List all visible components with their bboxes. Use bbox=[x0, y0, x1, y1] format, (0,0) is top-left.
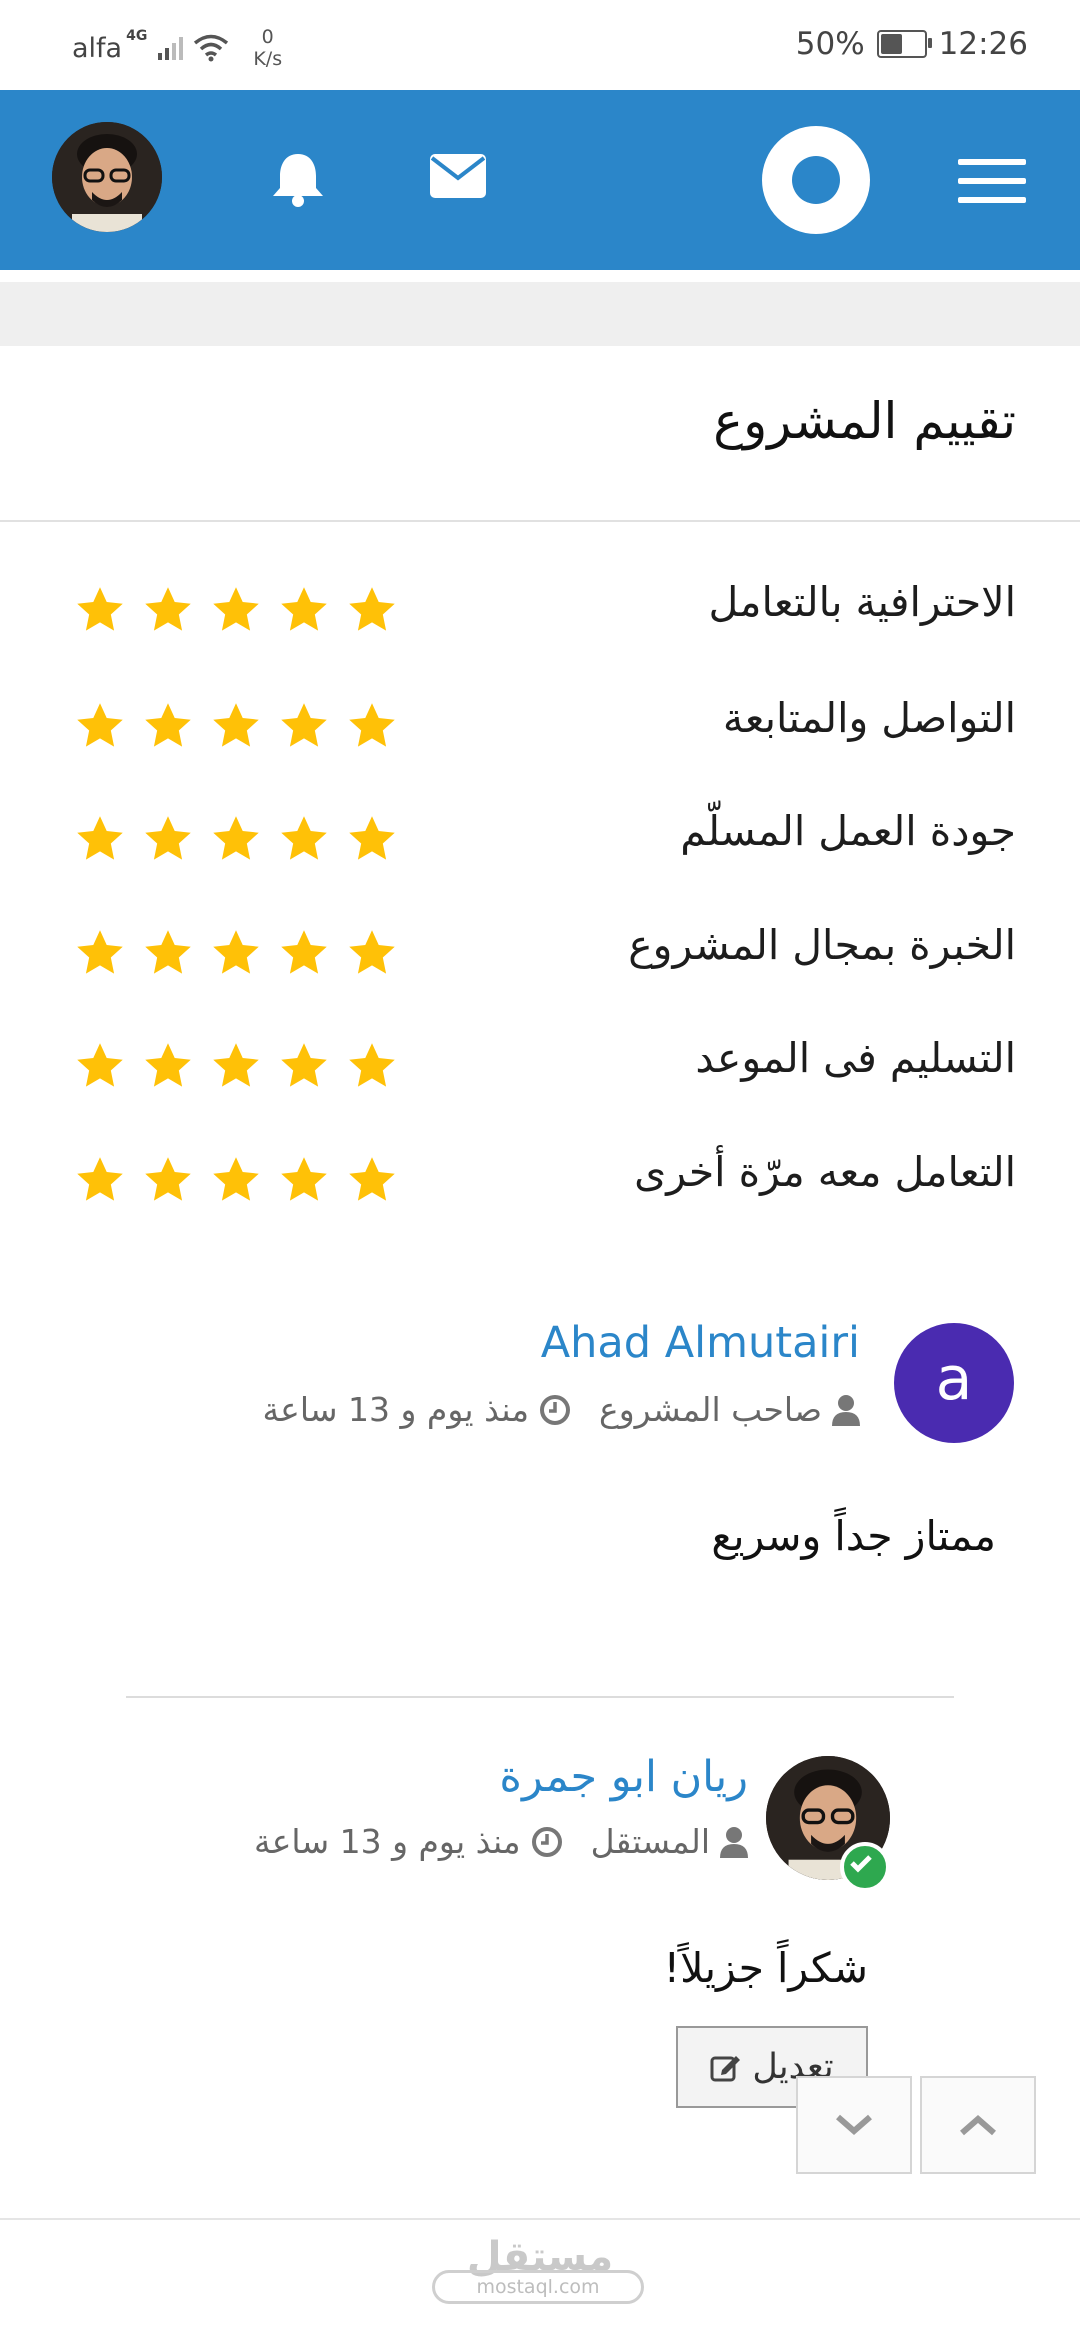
status-left: alfa 4G 0 K/s bbox=[72, 26, 282, 70]
star-icon bbox=[77, 816, 123, 860]
network-speed-unit: K/s bbox=[253, 48, 283, 70]
star-icon bbox=[77, 1043, 123, 1087]
rating-row: التواصل والمتابعة bbox=[0, 690, 1080, 770]
star-icon bbox=[213, 1157, 259, 1201]
star-icon bbox=[281, 816, 327, 860]
chevron-up-icon bbox=[960, 2115, 996, 2136]
network-type: 4G bbox=[126, 28, 148, 44]
star-rating bbox=[74, 1040, 398, 1092]
comment-time: منذ يوم و 13 ساعة bbox=[262, 1390, 530, 1429]
star-icon bbox=[77, 1157, 123, 1201]
star-icon bbox=[349, 587, 395, 631]
rating-label: جودة العمل المسلّم bbox=[680, 807, 1016, 855]
star-icon bbox=[77, 703, 123, 747]
comment-text: شكراً جزيلاً! bbox=[663, 1944, 868, 1992]
rating-row: التسليم فى الموعد bbox=[0, 1030, 1080, 1110]
carrier-name: alfa bbox=[72, 32, 123, 64]
star-icon bbox=[213, 930, 259, 974]
spacer-band bbox=[0, 282, 1080, 346]
rating-label: التواصل والمتابعة bbox=[722, 694, 1016, 742]
user-icon bbox=[720, 1826, 748, 1858]
star-rating bbox=[74, 700, 398, 752]
scroll-down-button[interactable] bbox=[796, 2076, 912, 2174]
scroll-up-button[interactable] bbox=[920, 2076, 1036, 2174]
star-icon bbox=[145, 1043, 191, 1087]
star-icon bbox=[281, 587, 327, 631]
star-icon bbox=[213, 703, 259, 747]
rating-label: التعامل معه مرّة أخرى bbox=[634, 1148, 1016, 1196]
footer-logo-domain: mostaql.com bbox=[432, 2270, 644, 2304]
rating-label: الخبرة بمجال المشروع bbox=[628, 921, 1016, 969]
star-icon bbox=[349, 703, 395, 747]
star-rating bbox=[74, 813, 398, 865]
star-icon bbox=[349, 1157, 395, 1201]
star-rating bbox=[74, 927, 398, 979]
rating-row: الخبرة بمجال المشروع bbox=[0, 917, 1080, 997]
battery-icon bbox=[876, 30, 932, 58]
battery-percent: 50% bbox=[795, 26, 865, 62]
rating-label: الاحترافية بالتعامل bbox=[708, 578, 1016, 626]
divider bbox=[0, 2218, 1080, 2220]
divider bbox=[0, 520, 1080, 522]
battery-level bbox=[880, 34, 902, 54]
rating-row: الاحترافية بالتعامل bbox=[0, 574, 1080, 654]
status-bar: alfa 4G 0 K/s 50% 12:26 bbox=[0, 0, 1080, 90]
bell-icon[interactable] bbox=[270, 150, 326, 208]
star-icon bbox=[145, 1157, 191, 1201]
star-icon bbox=[145, 703, 191, 747]
star-icon bbox=[145, 587, 191, 631]
user-icon bbox=[832, 1394, 860, 1426]
comment-meta: صاحب المشروع منذ يوم و 13 ساعة bbox=[262, 1390, 860, 1429]
star-icon bbox=[349, 930, 395, 974]
rating-label: التسليم فى الموعد bbox=[695, 1034, 1016, 1082]
clock: 12:26 bbox=[938, 26, 1028, 62]
star-icon bbox=[213, 587, 259, 631]
comment-text: ممتاز جداً وسريع bbox=[711, 1512, 996, 1560]
rating-row: التعامل معه مرّة أخرى bbox=[0, 1144, 1080, 1224]
star-icon bbox=[145, 930, 191, 974]
comment-role: صاحب المشروع bbox=[599, 1390, 822, 1429]
clock-icon bbox=[540, 1394, 571, 1425]
comment-role: المستقل bbox=[590, 1822, 710, 1861]
comment-time: منذ يوم و 13 ساعة bbox=[254, 1822, 521, 1861]
commenter-avatar[interactable]: a bbox=[894, 1323, 1014, 1443]
envelope-icon[interactable] bbox=[430, 154, 486, 206]
star-icon bbox=[213, 1043, 259, 1087]
star-rating bbox=[74, 1154, 398, 1206]
verified-check-icon bbox=[840, 1842, 890, 1892]
status-right: 50% 12:26 bbox=[796, 26, 1028, 62]
star-icon bbox=[349, 816, 395, 860]
divider bbox=[126, 1696, 954, 1698]
hamburger-menu-icon[interactable] bbox=[958, 159, 1026, 203]
footer-logo[interactable]: مستقل mostaql.com bbox=[432, 2234, 648, 2304]
star-icon bbox=[281, 930, 327, 974]
app-header bbox=[0, 90, 1080, 270]
network-speed-value: 0 bbox=[261, 26, 274, 48]
star-icon bbox=[281, 1157, 327, 1201]
rating-row: جودة العمل المسلّم bbox=[0, 803, 1080, 883]
star-rating bbox=[74, 584, 398, 636]
user-avatar[interactable] bbox=[52, 122, 162, 232]
chevron-down-icon bbox=[836, 2114, 872, 2135]
edit-icon bbox=[710, 2056, 741, 2082]
star-icon bbox=[281, 1043, 327, 1087]
commenter-name[interactable]: Ahad Almutairi bbox=[541, 1318, 860, 1368]
network-speed: 0 K/s bbox=[253, 26, 282, 70]
star-icon bbox=[77, 587, 123, 631]
rating-section-title: تقييم المشروع bbox=[713, 392, 1016, 450]
star-icon bbox=[281, 703, 327, 747]
wifi-icon bbox=[194, 34, 229, 62]
freelancer-name[interactable]: ريان ابو جمرة bbox=[499, 1752, 748, 1802]
clock-icon bbox=[531, 1826, 562, 1857]
mostaql-logo-icon[interactable] bbox=[762, 126, 870, 234]
star-icon bbox=[145, 816, 191, 860]
comment-meta: المستقل منذ يوم و 13 ساعة bbox=[254, 1822, 748, 1861]
star-icon bbox=[77, 930, 123, 974]
star-icon bbox=[349, 1043, 395, 1087]
star-icon bbox=[213, 816, 259, 860]
signal-icon bbox=[158, 37, 184, 60]
